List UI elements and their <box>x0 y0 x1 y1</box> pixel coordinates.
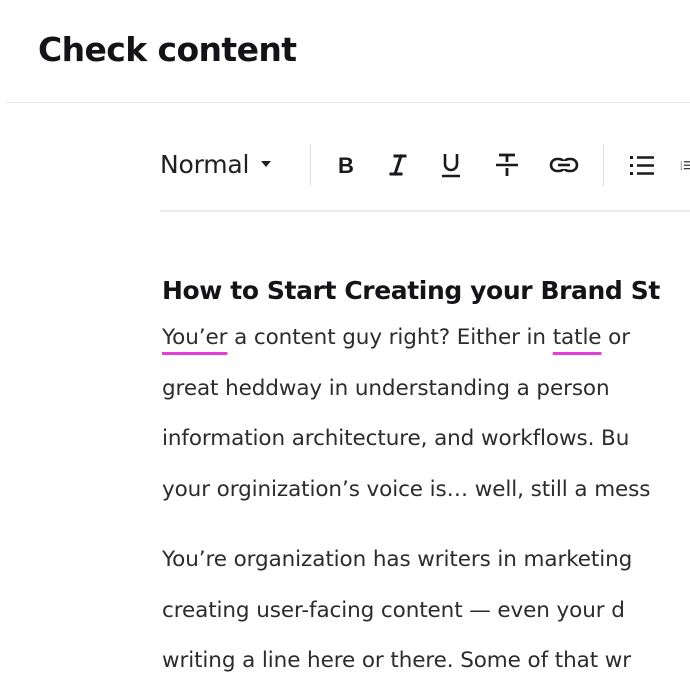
svg-text:B: B <box>338 153 354 178</box>
text-line: your orginization’s voice is… well, stil… <box>162 465 690 516</box>
page-title: Check content <box>38 30 297 69</box>
italic-icon <box>389 154 407 176</box>
strikethrough-button[interactable] <box>492 150 522 180</box>
bold-button[interactable]: B <box>331 150 361 180</box>
bold-icon: B <box>338 153 354 178</box>
toolbar-separator <box>603 144 604 186</box>
title-divider <box>6 102 690 103</box>
bulleted-list-icon <box>630 156 654 175</box>
chevron-down-icon <box>261 161 272 167</box>
toolbar-separator <box>310 144 311 186</box>
text-segment: writing a line here or there. Some of th… <box>162 648 631 673</box>
link-button[interactable] <box>549 150 579 180</box>
svg-text:3: 3 <box>680 167 682 171</box>
text-line: creating user-facing content — even your… <box>162 586 690 637</box>
text-segment: creating user-facing content — even your… <box>162 597 625 623</box>
text-segment: You’re organization has writers in marke… <box>162 547 633 572</box>
content-editor[interactable]: How to Start Creating your Brand St You’… <box>162 276 690 687</box>
underline-button[interactable] <box>436 150 466 180</box>
toolbar-divider <box>160 210 690 212</box>
text-format-value: Normal <box>160 149 250 179</box>
paragraph: You’re organization has writers in marke… <box>162 535 690 687</box>
text-segment: great heddway in understanding a person <box>162 375 610 401</box>
text-segment: or <box>601 325 630 350</box>
paragraph: You’er a content guy right? Either in ta… <box>162 313 690 515</box>
strikethrough-icon <box>496 153 518 176</box>
editor-toolbar: Normal B 1 2 3 <box>160 138 690 190</box>
text-format-dropdown[interactable]: Normal <box>160 146 272 182</box>
numbered-list-button[interactable]: 1 2 3 <box>680 150 690 180</box>
italic-button[interactable] <box>383 150 413 180</box>
text-segment: a content guy right? Either in <box>227 325 553 350</box>
misspelled-word[interactable]: tatle <box>553 325 602 350</box>
underline-icon <box>442 154 460 178</box>
text-line: You’er a content guy right? Either in ta… <box>162 313 690 364</box>
misspelled-word[interactable]: You’er <box>162 325 227 350</box>
text-line: great heddway in understanding a person <box>162 364 690 415</box>
link-icon <box>549 157 579 173</box>
text-segment: information architecture, and workflows.… <box>162 426 630 451</box>
numbered-list-icon: 1 2 3 <box>680 160 690 171</box>
text-line: You’re organization has writers in marke… <box>162 535 690 586</box>
text-segment: your orginization’s voice is… well, stil… <box>162 476 651 502</box>
bulleted-list-button[interactable] <box>627 150 657 180</box>
text-line: information architecture, and workflows.… <box>162 414 690 465</box>
document-heading: How to Start Creating your Brand St <box>162 276 660 305</box>
text-line: writing a line here or there. Some of th… <box>162 636 690 687</box>
